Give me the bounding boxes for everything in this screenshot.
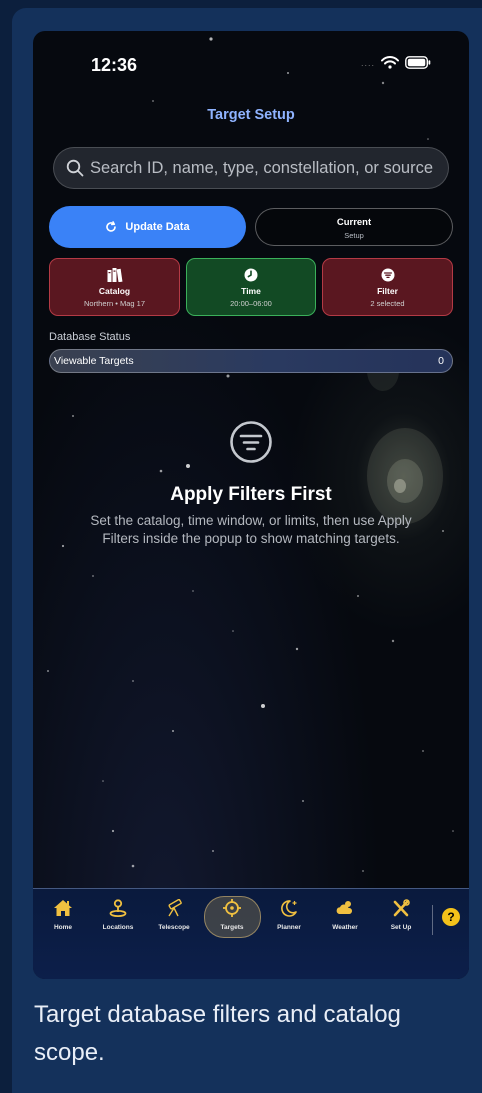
tab-divider	[432, 905, 433, 935]
search-input[interactable]	[90, 158, 448, 178]
viewable-targets-count: 0	[438, 355, 444, 367]
viewable-targets-label: Viewable Targets	[54, 355, 134, 367]
wifi-icon	[381, 56, 399, 69]
tab-telescope-label: Telescope	[158, 924, 190, 931]
empty-state-text: Set the catalog, time window, or limits,…	[90, 513, 412, 546]
tab-planner[interactable]: Planner	[264, 899, 314, 931]
search-icon	[66, 159, 84, 177]
catalog-tile-subtitle: Northern • Mag 17	[84, 299, 145, 308]
tab-telescope[interactable]: Telescope	[149, 898, 199, 931]
moon-icon	[281, 900, 297, 917]
time-tile-title: Time	[241, 286, 261, 296]
filter-icon	[381, 268, 394, 282]
catalog-tile[interactable]: Catalog Northern • Mag 17	[49, 258, 180, 316]
tab-bar: Home Locations Telescope Targets Planner…	[33, 888, 469, 979]
battery-icon	[405, 56, 431, 69]
update-data-button[interactable]: Update Data	[49, 206, 246, 248]
tab-targets-label: Targets	[220, 924, 244, 931]
filter-tile[interactable]: Filter 2 selected	[322, 258, 453, 316]
time-tile-subtitle: 20:00–06:00	[230, 299, 272, 308]
catalog-tile-title: Catalog	[98, 286, 131, 296]
crosshair-icon	[223, 899, 241, 917]
page-title: Target Setup	[207, 107, 295, 123]
status-time: 12:36	[91, 55, 138, 75]
help-button[interactable]: ?	[442, 908, 460, 926]
current-setup-title: Current	[336, 217, 372, 228]
tab-weather-label: Weather	[332, 924, 358, 931]
tab-home-label: Home	[53, 924, 73, 931]
tab-targets[interactable]: Targets	[207, 899, 257, 931]
tab-locations-label: Locations	[102, 924, 134, 931]
filter-tile-title: Filter	[377, 286, 398, 296]
telescope-icon	[168, 898, 182, 917]
viewable-targets-bar[interactable]: Viewable Targets 0	[49, 349, 453, 373]
tab-set-up[interactable]: Set Up	[376, 899, 426, 931]
tab-planner-label: Planner	[277, 924, 301, 931]
books-icon	[107, 268, 122, 282]
time-tile[interactable]: Time 20:00–06:00	[186, 258, 316, 316]
filter-circle-icon	[230, 421, 272, 463]
clock-icon	[244, 268, 258, 282]
location-icon	[109, 899, 127, 917]
phone-screen: 12:36 .... Target Setup Update Data Curr…	[33, 31, 469, 979]
search-bar[interactable]	[53, 147, 449, 189]
signal-dots-icon: ....	[360, 57, 375, 68]
tab-set-up-label: Set Up	[390, 924, 412, 931]
screenshot-caption: Target database filters and catalog scop…	[34, 1001, 401, 1066]
database-status-label: Database Status	[49, 331, 131, 343]
current-setup-button[interactable]: Current Setup	[255, 208, 453, 246]
tab-home[interactable]: Home	[38, 899, 88, 931]
tab-locations[interactable]: Locations	[93, 899, 143, 931]
status-icons: ....	[361, 56, 431, 69]
tab-weather[interactable]: Weather	[320, 899, 370, 931]
home-icon	[54, 900, 72, 916]
current-setup-subtitle: Setup	[344, 231, 364, 240]
empty-state-title: Apply Filters First	[170, 484, 332, 505]
filter-tile-subtitle: 2 selected	[370, 299, 405, 308]
update-data-label: Update Data	[125, 221, 190, 233]
refresh-icon	[106, 221, 117, 232]
cloud-sun-icon	[336, 901, 353, 914]
tools-icon	[393, 899, 410, 917]
